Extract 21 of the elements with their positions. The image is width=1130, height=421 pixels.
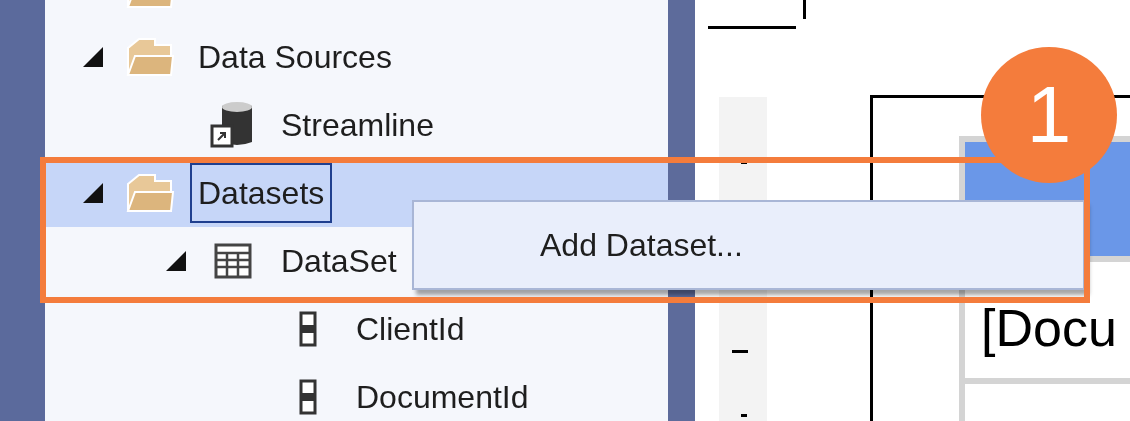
tree-row[interactable]: DocumentId [45,363,668,421]
tree-row[interactable]: Data Sources [45,23,668,91]
tree-item-label[interactable]: Datasets [190,163,333,223]
tree-item-label[interactable]: ClientId [348,313,473,345]
folder-icon [125,172,175,214]
expanded-arrow-icon[interactable] [82,182,104,204]
ruler-tick [741,414,747,417]
expanded-arrow-icon[interactable] [165,250,187,272]
tree-item-label[interactable]: DocumentId [348,381,537,413]
tree-item-label[interactable]: DataSet [273,245,405,277]
tree-item-label[interactable]: Streamline [273,109,442,141]
ruler-tick [741,161,747,164]
field-icon [299,311,317,347]
tree-item-label[interactable]: Data Sources [190,41,400,73]
tree-row[interactable]: Streamline [45,91,668,159]
expanded-arrow-icon[interactable] [82,46,104,68]
ruler-tick [732,350,748,353]
table-icon [214,243,252,279]
field-icon [299,379,317,415]
tree-row[interactable]: ClientId [45,295,668,363]
report-corner-line [803,0,806,19]
